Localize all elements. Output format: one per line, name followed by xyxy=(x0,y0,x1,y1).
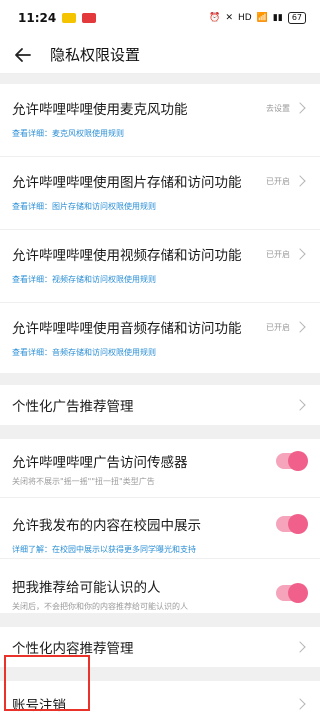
permission-label: 允许哔哩哔哩使用视频存储和访问功能 xyxy=(12,248,242,264)
wifi-icon: 📶 xyxy=(256,13,268,23)
permission-status: 去设置 xyxy=(266,103,290,113)
campus-detail: 详细了解：在校园中展示以获得更多同学曝光和支持 xyxy=(12,544,308,555)
ad-management-main: 个性化广告推荐管理 xyxy=(12,395,308,415)
back-arrow-icon[interactable] xyxy=(14,46,32,64)
detail-prefix: 详细了解： xyxy=(12,545,52,554)
chevron-right-icon xyxy=(294,641,306,653)
permission-detail: 查看详细：麦克风权限使用规则 xyxy=(12,128,308,139)
permission-status: 已开启 xyxy=(266,176,290,186)
recommend-label: 把我推荐给可能认识的人 xyxy=(12,580,161,596)
permission-right: 已开启 xyxy=(266,175,308,187)
top-gap xyxy=(0,74,320,84)
chevron-right-icon xyxy=(294,399,306,411)
toggle-knob xyxy=(288,514,308,534)
detail-link[interactable]: 视频存储和访问权限使用规则 xyxy=(52,275,156,284)
permissions-group: 允许哔哩哔哩使用麦克风功能 去设置 查看详细：麦克风权限使用规则 允许哔哩哔哩使… xyxy=(0,84,320,373)
sensor-subtext: 关闭将不展示"摇一摇""扭一扭"类型广告 xyxy=(12,477,155,486)
sensor-label: 允许哔哩哔哩广告访问传感器 xyxy=(12,455,188,471)
campus-toggle[interactable] xyxy=(276,514,308,534)
status-time: 11:24 xyxy=(18,11,57,25)
battery-icon: 67 xyxy=(287,12,306,24)
toggle-knob xyxy=(288,451,308,471)
mute-icon: ✕ xyxy=(225,13,233,23)
status-left: 11:24 xyxy=(18,11,97,25)
permission-row-main: 允许哔哩哔哩使用麦克风功能 去设置 xyxy=(12,98,308,118)
signal-icon: ▮▮ xyxy=(272,13,283,23)
permission-right: 已开启 xyxy=(266,321,308,333)
sensor-toggle[interactable] xyxy=(276,451,308,471)
permission-label: 允许哔哩哔哩使用麦克风功能 xyxy=(12,102,188,118)
permission-detail: 查看详细：图片存储和访问权限使用规则 xyxy=(12,201,308,212)
sensor-main: 允许哔哩哔哩广告访问传感器 xyxy=(12,451,308,471)
campus-label: 允许我发布的内容在校园中展示 xyxy=(12,518,201,534)
sensor-row: 允许哔哩哔哩广告访问传感器 关闭将不展示"摇一摇""扭一扭"类型广告 xyxy=(0,439,320,497)
section-gap xyxy=(0,373,320,385)
recommend-subtext: 关闭后，不会把你和你的内容推荐给可能认识的人 xyxy=(12,602,188,611)
recommend-contacts-row: 把我推荐给可能认识的人 关闭后，不会把你和你的内容推荐给可能认识的人 xyxy=(0,559,320,613)
permission-label: 允许哔哩哔哩使用音频存储和访问功能 xyxy=(12,321,242,337)
header: 隐私权限设置 xyxy=(0,36,320,74)
permission-row-video[interactable]: 允许哔哩哔哩使用视频存储和访问功能 已开启 查看详细：视频存储和访问权限使用规则 xyxy=(0,230,320,302)
detail-prefix: 查看详细： xyxy=(12,275,52,284)
app-notification-icon-yellow xyxy=(62,13,77,23)
recommend-main: 把我推荐给可能认识的人 xyxy=(12,571,308,603)
section-gap xyxy=(0,613,320,627)
page-title: 隐私权限设置 xyxy=(50,46,141,64)
ad-management-row[interactable]: 个性化广告推荐管理 xyxy=(0,385,320,425)
toggle-knob xyxy=(288,583,308,603)
recommend-toggle[interactable] xyxy=(276,583,308,603)
chevron-right-icon xyxy=(294,321,306,333)
permission-row-images[interactable]: 允许哔哩哔哩使用图片存储和访问功能 已开启 查看详细：图片存储和访问权限使用规则 xyxy=(0,157,320,229)
chevron-right-icon xyxy=(294,698,306,710)
permission-row-microphone[interactable]: 允许哔哩哔哩使用麦克风功能 去设置 查看详细：麦克风权限使用规则 xyxy=(0,84,320,156)
permission-detail: 查看详细：视频存储和访问权限使用规则 xyxy=(12,274,308,285)
permission-row-main: 允许哔哩哔哩使用音频存储和访问功能 已开启 xyxy=(12,317,308,337)
permission-status: 已开启 xyxy=(266,322,290,332)
permission-detail: 查看详细：音频存储和访问权限使用规则 xyxy=(12,347,308,358)
content-management-label: 个性化内容推荐管理 xyxy=(12,641,134,657)
ad-management-label: 个性化广告推荐管理 xyxy=(12,399,134,415)
permission-row-main: 允许哔哩哔哩使用图片存储和访问功能 已开启 xyxy=(12,171,308,191)
section-gap xyxy=(0,425,320,439)
chevron-right-icon xyxy=(294,102,306,114)
detail-link[interactable]: 图片存储和访问权限使用规则 xyxy=(52,202,156,211)
permission-row-main: 允许哔哩哔哩使用视频存储和访问功能 已开启 xyxy=(12,244,308,264)
permission-right: 去设置 xyxy=(266,102,308,114)
alarm-icon: ⏰ xyxy=(209,13,221,23)
campus-row: 允许我发布的内容在校园中展示 详细了解：在校园中展示以获得更多同学曝光和支持 xyxy=(0,498,320,558)
status-bar: 11:24 ⏰ ✕ HD 📶 ▮▮ 67 xyxy=(0,0,320,36)
app-notification-icon-red xyxy=(82,13,97,23)
permission-status: 已开启 xyxy=(266,249,290,259)
toggles-group: 允许哔哩哔哩广告访问传感器 关闭将不展示"摇一摇""扭一扭"类型广告 允许我发布… xyxy=(0,439,320,613)
permission-right: 已开启 xyxy=(266,248,308,260)
detail-link[interactable]: 音频存储和访问权限使用规则 xyxy=(52,348,156,357)
content-management-main: 个性化内容推荐管理 xyxy=(12,637,308,657)
campus-main: 允许我发布的内容在校园中展示 xyxy=(12,514,308,534)
hd-icon: HD xyxy=(237,13,252,23)
detail-link[interactable]: 在校园中展示以获得更多同学曝光和支持 xyxy=(52,545,196,554)
status-right: ⏰ ✕ HD 📶 ▮▮ 67 xyxy=(209,12,306,24)
ad-management-group: 个性化广告推荐管理 xyxy=(0,385,320,425)
detail-prefix: 查看详细： xyxy=(12,202,52,211)
chevron-right-icon xyxy=(294,248,306,260)
permission-row-audio[interactable]: 允许哔哩哔哩使用音频存储和访问功能 已开启 查看详细：音频存储和访问权限使用规则 xyxy=(0,303,320,373)
detail-prefix: 查看详细： xyxy=(12,129,52,138)
detail-link[interactable]: 麦克风权限使用规则 xyxy=(52,129,124,138)
detail-prefix: 查看详细： xyxy=(12,348,52,357)
permission-label: 允许哔哩哔哩使用图片存储和访问功能 xyxy=(12,175,242,191)
highlight-annotation-box xyxy=(4,655,90,711)
chevron-right-icon xyxy=(294,175,306,187)
